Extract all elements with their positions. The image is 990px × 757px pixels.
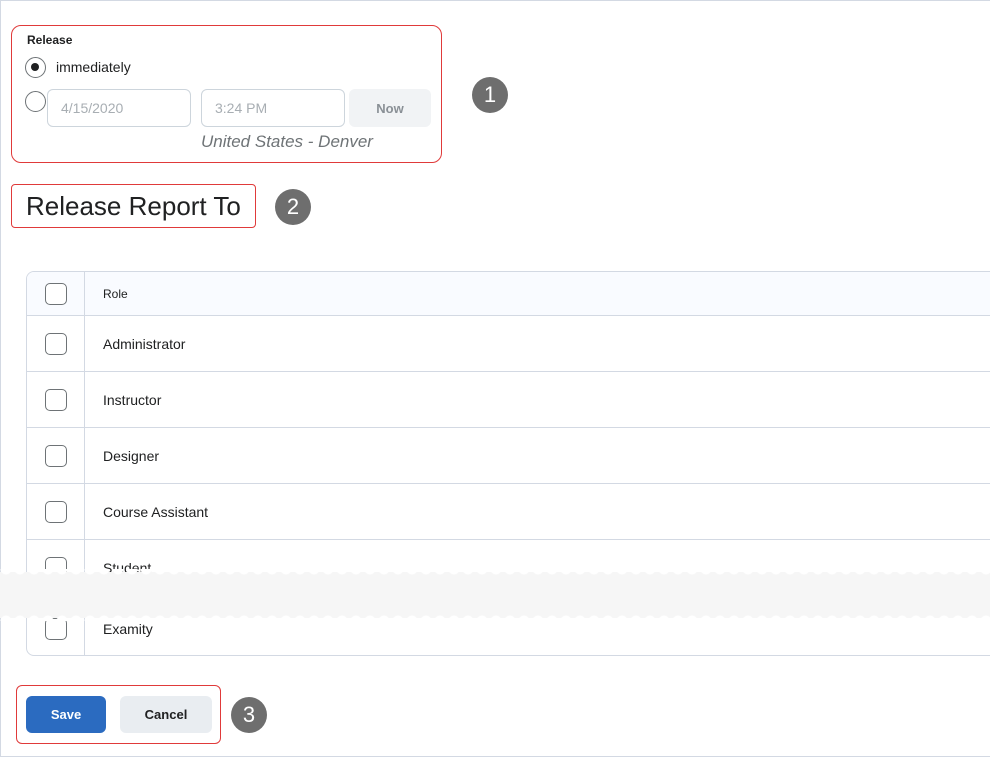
row-checkbox[interactable]	[45, 618, 67, 640]
release-time-input[interactable]	[201, 89, 345, 127]
cancel-button[interactable]: Cancel	[120, 696, 212, 733]
column-header-role: Role	[103, 287, 128, 301]
release-label: Release	[27, 33, 73, 47]
select-all-checkbox[interactable]	[45, 283, 67, 305]
table-row: Instructor	[27, 372, 990, 428]
torn-edge-divider	[0, 569, 990, 618]
table-row: Course Assistant	[27, 484, 990, 540]
page-title: Release Report To	[26, 191, 241, 221]
table-row: Designer	[27, 428, 990, 484]
row-checkbox[interactable]	[45, 389, 67, 411]
callout-badge-3: 3	[231, 697, 267, 733]
timezone-label: United States - Denver	[201, 132, 373, 151]
release-date-input[interactable]	[47, 89, 191, 127]
role-name: Course Assistant	[103, 504, 209, 520]
role-name: Designer	[103, 448, 160, 464]
role-name: Examity	[103, 621, 153, 637]
callout-badge-1: 1	[472, 77, 508, 113]
radio-scheduled[interactable]	[25, 91, 46, 112]
radio-immediately-label: immediately	[56, 59, 131, 75]
role-name: Instructor	[103, 392, 162, 408]
save-button[interactable]: Save	[26, 696, 106, 733]
table-row: Administrator	[27, 316, 990, 372]
now-button[interactable]: Now	[349, 89, 431, 127]
table-header: Role	[27, 272, 990, 316]
radio-immediately[interactable]	[25, 57, 46, 78]
row-checkbox[interactable]	[45, 445, 67, 467]
row-checkbox[interactable]	[45, 333, 67, 355]
row-checkbox[interactable]	[45, 501, 67, 523]
role-name: Administrator	[103, 336, 186, 352]
callout-badge-2: 2	[275, 189, 311, 225]
